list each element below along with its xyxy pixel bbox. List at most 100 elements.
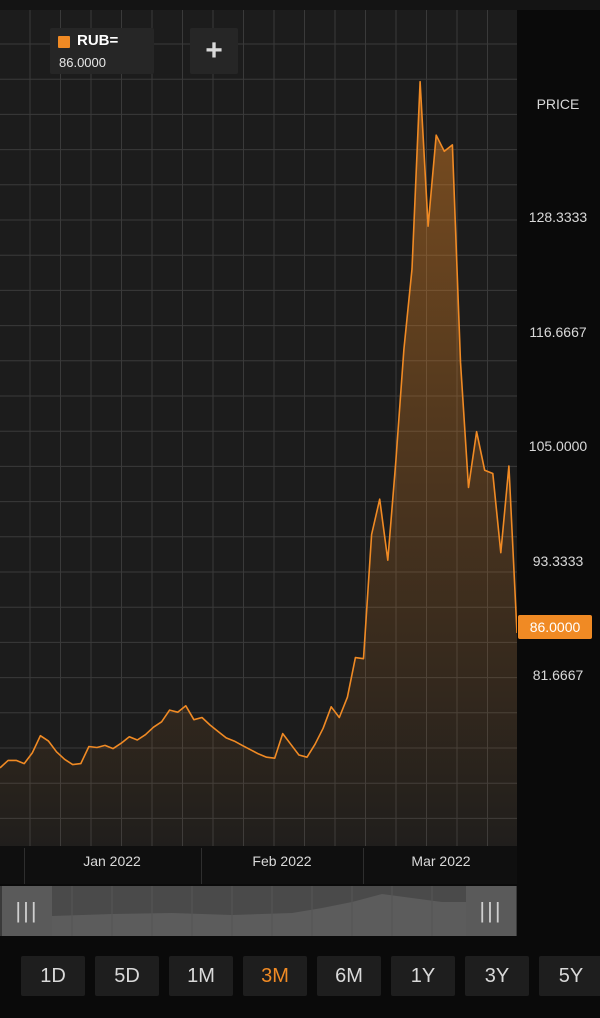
data-point[interactable]	[322, 727, 324, 729]
data-point[interactable]	[144, 734, 146, 736]
data-point[interactable]	[508, 465, 510, 467]
data-point[interactable]	[338, 717, 340, 719]
range-navigator[interactable]: ||| |||	[0, 886, 517, 936]
data-point[interactable]	[379, 498, 381, 500]
y-tick-label: 93.3333	[532, 553, 584, 569]
data-point[interactable]	[136, 739, 138, 741]
data-point[interactable]	[209, 724, 211, 726]
data-point[interactable]	[15, 759, 17, 761]
data-point[interactable]	[387, 559, 389, 561]
data-point[interactable]	[266, 756, 268, 758]
data-point[interactable]	[314, 743, 316, 745]
data-point[interactable]	[241, 744, 243, 746]
navigator-minichart	[52, 886, 466, 936]
data-point[interactable]	[161, 721, 163, 723]
y-tick-label: 81.6667	[532, 667, 584, 683]
data-point[interactable]	[427, 225, 429, 227]
navigator-right-handle[interactable]: |||	[466, 886, 516, 936]
data-point[interactable]	[39, 735, 41, 737]
data-point[interactable]	[403, 348, 405, 350]
data-point[interactable]	[153, 726, 155, 728]
time-axis-divider	[24, 848, 25, 884]
range-button-1y[interactable]: 1Y	[391, 956, 455, 996]
data-point[interactable]	[258, 753, 260, 755]
data-point[interactable]	[225, 737, 227, 739]
range-button-1d[interactable]: 1D	[21, 956, 85, 996]
y-tick-label: 128.3333	[528, 209, 588, 225]
data-point[interactable]	[128, 736, 130, 738]
range-button-6m[interactable]: 6M	[317, 956, 381, 996]
legend-symbol: RUB=	[77, 32, 119, 49]
data-point[interactable]	[371, 534, 373, 536]
data-point[interactable]	[169, 709, 171, 711]
data-point[interactable]	[193, 719, 195, 721]
data-point[interactable]	[104, 744, 106, 746]
navigator-window[interactable]	[52, 886, 466, 936]
data-point[interactable]	[274, 757, 276, 759]
data-point[interactable]	[460, 361, 462, 363]
data-point[interactable]	[96, 747, 98, 749]
data-point[interactable]	[177, 711, 179, 713]
chart-panel[interactable]	[0, 10, 517, 846]
add-comparison-button[interactable]: +	[190, 28, 238, 74]
data-point[interactable]	[500, 552, 502, 554]
chart-app: RUB= 86.0000 + PRICE 128.3333 116.6667 1…	[0, 0, 600, 1018]
series-color-swatch	[58, 36, 70, 48]
price-chart[interactable]	[0, 10, 517, 846]
grip-icon: |||	[15, 898, 39, 923]
range-button-5d[interactable]: 5D	[95, 956, 159, 996]
range-button-5y[interactable]: 5Y	[539, 956, 600, 996]
data-point[interactable]	[88, 746, 90, 748]
last-price-badge: 86.0000	[518, 615, 592, 639]
data-point[interactable]	[201, 717, 203, 719]
data-point[interactable]	[468, 486, 470, 488]
data-point[interactable]	[290, 743, 292, 745]
data-point[interactable]	[249, 749, 251, 751]
data-point[interactable]	[419, 81, 421, 83]
range-selector: 1D 5D 1M 3M 6M 1Y 3Y 5Y	[0, 950, 600, 1002]
data-point[interactable]	[476, 431, 478, 433]
data-point[interactable]	[346, 696, 348, 698]
data-point[interactable]	[185, 705, 187, 707]
navigator-left-handle[interactable]: |||	[2, 886, 52, 936]
data-point[interactable]	[451, 144, 453, 146]
data-point[interactable]	[48, 740, 50, 742]
top-border	[0, 0, 600, 10]
price-axis-title: PRICE	[536, 96, 580, 112]
data-point[interactable]	[354, 657, 356, 659]
legend-chip[interactable]: RUB= 86.0000	[50, 28, 154, 74]
data-point[interactable]	[443, 150, 445, 152]
data-point[interactable]	[7, 759, 9, 761]
range-button-3m[interactable]: 3M	[243, 956, 307, 996]
data-point[interactable]	[282, 733, 284, 735]
data-point[interactable]	[411, 268, 413, 270]
data-point[interactable]	[217, 731, 219, 733]
data-point[interactable]	[112, 748, 114, 750]
data-point[interactable]	[64, 758, 66, 760]
data-point[interactable]	[435, 134, 437, 136]
price-axis	[517, 10, 600, 846]
legend-price: 86.0000	[59, 55, 106, 70]
data-point[interactable]	[306, 756, 308, 758]
x-tick-label: Mar 2022	[411, 853, 471, 869]
x-tick-label: Jan 2022	[83, 853, 141, 869]
data-point[interactable]	[395, 461, 397, 463]
data-point[interactable]	[330, 706, 332, 708]
data-point[interactable]	[80, 763, 82, 765]
time-axis-divider	[201, 848, 202, 884]
data-point[interactable]	[72, 764, 74, 766]
range-button-3y[interactable]: 3Y	[465, 956, 529, 996]
data-point[interactable]	[484, 469, 486, 471]
data-point[interactable]	[233, 740, 235, 742]
data-point[interactable]	[23, 763, 25, 765]
data-point[interactable]	[31, 752, 33, 754]
data-point[interactable]	[492, 473, 494, 475]
series-area	[0, 81, 517, 846]
data-point[interactable]	[56, 751, 58, 753]
x-tick-label: Feb 2022	[252, 853, 312, 869]
range-button-1m[interactable]: 1M	[169, 956, 233, 996]
data-point[interactable]	[363, 658, 365, 660]
data-point[interactable]	[298, 754, 300, 756]
data-point[interactable]	[120, 742, 122, 744]
y-tick-label: 105.0000	[528, 438, 588, 454]
